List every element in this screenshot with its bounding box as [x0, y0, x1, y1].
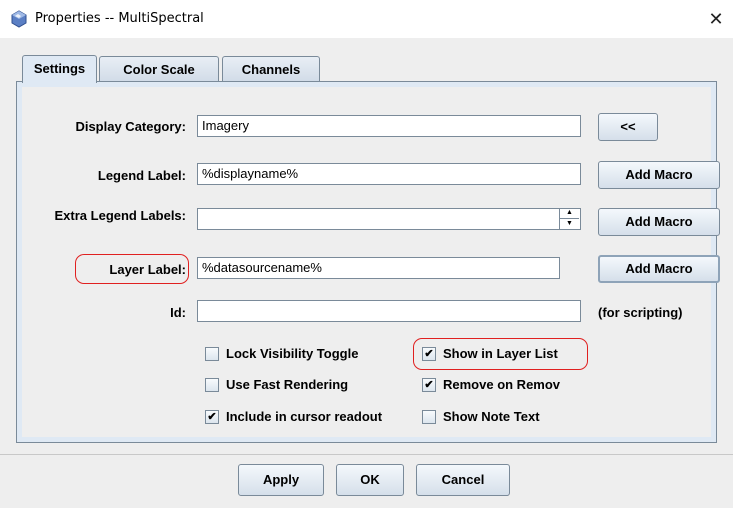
display-category-field[interactable]: Imagery [197, 115, 581, 137]
window-title: Properties -- MultiSpectral [35, 11, 204, 26]
id-label: Id: [170, 305, 186, 320]
extra-legend-scroll[interactable]: ▲ ▼ [559, 208, 579, 230]
include-cursor-readout-label: Include in cursor readout [226, 409, 383, 424]
extra-legend-labels-field[interactable] [197, 208, 581, 230]
close-icon[interactable]: ✕ [703, 6, 729, 32]
multispectral-icon [11, 10, 27, 28]
show-note-text-checkbox[interactable] [422, 410, 436, 424]
legend-add-macro-button[interactable]: Add Macro [598, 161, 720, 189]
title-bar: Properties -- MultiSpectral ✕ [0, 0, 733, 38]
id-field[interactable] [197, 300, 581, 322]
category-menu-button[interactable]: << [598, 113, 658, 141]
extra-legend-add-macro-button[interactable]: Add Macro [598, 208, 720, 236]
legend-label-field[interactable]: %displayname% [197, 163, 581, 185]
show-in-layer-list-label: Show in Layer List [443, 346, 558, 361]
tab-color-scale[interactable]: Color Scale [99, 56, 219, 81]
show-in-layer-list-checkbox[interactable]: ✔ [422, 347, 436, 361]
apply-button[interactable]: Apply [238, 464, 324, 496]
display-category-label: Display Category: [75, 119, 186, 134]
ok-button[interactable]: OK [336, 464, 404, 496]
show-note-text-label: Show Note Text [443, 409, 540, 424]
footer-divider [0, 454, 733, 455]
layer-add-macro-button[interactable]: Add Macro [598, 255, 720, 283]
remove-on-remove-label: Remove on Remov [443, 377, 561, 392]
layer-label-label: Layer Label: [109, 262, 186, 277]
scripting-note: (for scripting) [598, 305, 683, 320]
remove-on-remove-checkbox[interactable]: ✔ [422, 378, 436, 392]
lock-visibility-label: Lock Visibility Toggle [226, 346, 359, 361]
tab-settings[interactable]: Settings [22, 55, 97, 83]
layer-label-field[interactable]: %datasourcename% [197, 257, 560, 279]
use-fast-rendering-label: Use Fast Rendering [226, 377, 349, 392]
tab-channels[interactable]: Channels [222, 56, 320, 81]
use-fast-rendering-checkbox[interactable] [205, 378, 219, 392]
cancel-button[interactable]: Cancel [416, 464, 510, 496]
extra-legend-labels-label: Extra Legend Labels: [54, 208, 186, 223]
scroll-down-icon[interactable]: ▼ [560, 219, 579, 229]
legend-label-label: Legend Label: [97, 168, 186, 183]
lock-visibility-checkbox[interactable] [205, 347, 219, 361]
scroll-up-icon[interactable]: ▲ [560, 208, 579, 219]
include-cursor-readout-checkbox[interactable]: ✔ [205, 410, 219, 424]
